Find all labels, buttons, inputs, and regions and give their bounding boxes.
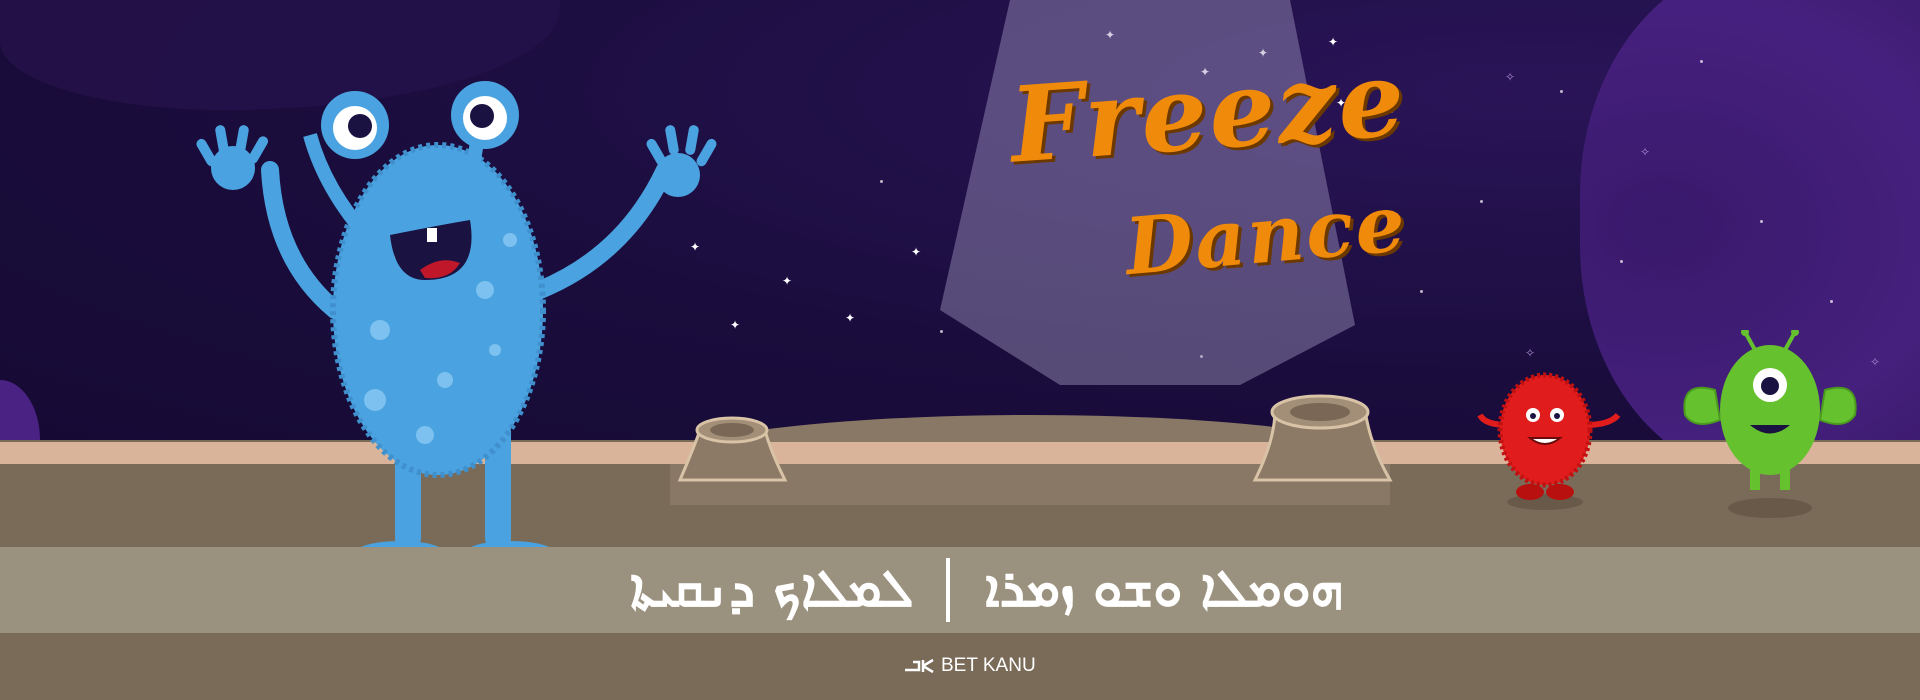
- subtitle-banner: [0, 547, 1920, 633]
- subtitle-syriac-right: ܗܘܡܠܐ ܘܫܘ ܙܡܪܐ: [985, 558, 1344, 619]
- bet-kanu-logo-icon: [905, 658, 934, 674]
- red-monster[interactable]: [1470, 360, 1630, 510]
- subtitle-divider: [946, 558, 950, 622]
- game-scene[interactable]: ✦ ✦ ✦ ✦ ✦ ✦ ✦ ✦ ✦ ✦ ✧ ✧ ✧ ✧ Freeze Dance: [0, 0, 1920, 700]
- blue-monster[interactable]: [195, 80, 725, 600]
- brand-name: BET KANU: [941, 655, 1036, 676]
- brand-logo[interactable]: BET KANU: [903, 655, 1036, 677]
- crater-large: [1252, 394, 1393, 482]
- green-monster[interactable]: [1675, 330, 1870, 520]
- subtitle-syriac-left: ܠܡܠܐܟ ܕܢܩܝܬܐ: [630, 558, 914, 619]
